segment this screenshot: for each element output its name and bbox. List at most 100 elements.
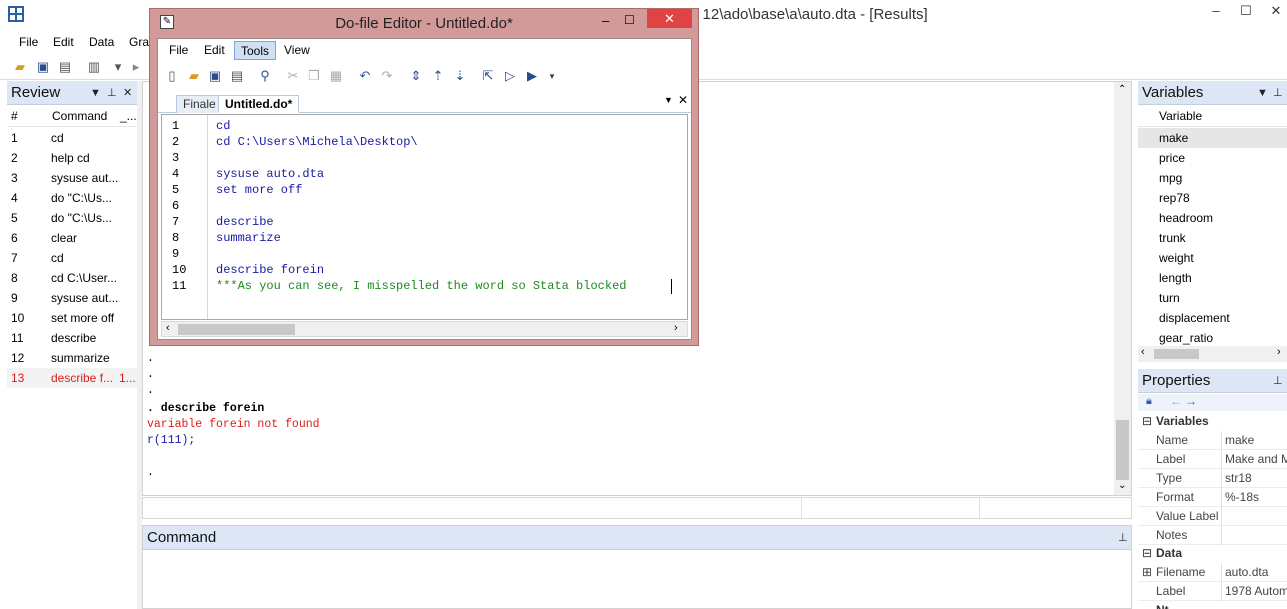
code-line[interactable]: sysuse auto.dta: [216, 167, 324, 181]
menu-data[interactable]: Data: [89, 35, 114, 49]
pin-icon[interactable]: ⊥: [1273, 369, 1283, 393]
maximize-icon[interactable]: ☐: [1238, 3, 1254, 19]
toolbar-overflow-icon[interactable]: ▾: [544, 68, 560, 84]
print-icon[interactable]: ▤: [57, 59, 73, 75]
property-row[interactable]: Notes: [1138, 526, 1287, 545]
filter-icon[interactable]: ▼: [1257, 81, 1268, 105]
variable-row[interactable]: mpg: [1138, 168, 1287, 188]
forward-arrow-icon[interactable]: →: [1185, 394, 1197, 408]
code-line[interactable]: describe: [216, 215, 274, 229]
minimize-icon[interactable]: –: [1208, 3, 1224, 19]
show-file-in-viewer-icon[interactable]: ⇱: [480, 68, 496, 84]
property-row[interactable]: Type str18: [1138, 469, 1287, 488]
save-icon[interactable]: ▣: [35, 59, 51, 75]
run-icon[interactable]: ▷: [502, 68, 518, 84]
tab-close-icon[interactable]: ✕: [678, 93, 688, 107]
property-row[interactable]: Format %-18s: [1138, 488, 1287, 507]
variable-row[interactable]: length: [1138, 268, 1287, 288]
editor-menu-file[interactable]: File: [163, 41, 194, 60]
review-row[interactable]: 13 describe f... 1...: [7, 368, 137, 388]
review-row[interactable]: 12 summarize: [7, 348, 137, 368]
variable-row[interactable]: rep78: [1138, 188, 1287, 208]
graph-icon[interactable]: ▸: [128, 59, 144, 75]
save-icon[interactable]: ▣: [207, 68, 223, 84]
tab-list-chevron-down-icon[interactable]: ▼: [664, 95, 673, 105]
menu-edit[interactable]: Edit: [53, 35, 74, 49]
tab-untitled[interactable]: Untitled.do*: [218, 95, 300, 113]
variable-row[interactable]: trunk: [1138, 228, 1287, 248]
toggle-bookmark-icon[interactable]: ⇕: [408, 68, 424, 84]
variable-row[interactable]: displacement: [1138, 308, 1287, 328]
code-line[interactable]: cd: [216, 119, 230, 133]
code-line[interactable]: describe forein: [216, 263, 324, 277]
editor-hscroll[interactable]: ‹ ›: [161, 321, 688, 337]
review-row[interactable]: 1 cd: [7, 128, 137, 148]
previous-bookmark-icon[interactable]: ⇡: [430, 68, 446, 84]
review-col-rc[interactable]: _...: [120, 106, 137, 126]
property-row[interactable]: Filename auto.dta ⊞: [1138, 563, 1287, 582]
review-row[interactable]: 5 do "C:\Us...: [7, 208, 137, 228]
editor-minimize-icon[interactable]: –: [602, 13, 609, 28]
pin-icon[interactable]: ⊥: [1118, 526, 1128, 550]
scroll-thumb[interactable]: [1154, 349, 1199, 359]
next-bookmark-icon[interactable]: ⇣: [452, 68, 468, 84]
close-icon[interactable]: ✕: [1268, 3, 1284, 19]
scroll-thumb[interactable]: [178, 324, 295, 335]
pin-icon[interactable]: ⊥: [1273, 81, 1283, 105]
redo-icon[interactable]: ↷: [379, 68, 395, 84]
pin-icon[interactable]: ⊥: [107, 81, 117, 105]
cut-icon[interactable]: ✂: [285, 68, 301, 84]
review-row[interactable]: 3 sysuse aut...: [7, 168, 137, 188]
collapse-icon[interactable]: ⊟: [1142, 544, 1152, 563]
paste-icon[interactable]: ▦: [328, 68, 344, 84]
variable-row[interactable]: headroom: [1138, 208, 1287, 228]
open-icon[interactable]: ▰: [12, 59, 28, 75]
review-row[interactable]: 10 set more off: [7, 308, 137, 328]
variable-row[interactable]: price: [1138, 148, 1287, 168]
log-icon[interactable]: ▥: [86, 59, 102, 75]
scroll-down-icon[interactable]: ⌄: [1118, 480, 1126, 491]
code-editor[interactable]: 1 cd 2 cd C:\Users\Michela\Desktop\ 3 4 sysuse…: [161, 114, 688, 320]
back-arrow-icon[interactable]: ←: [1170, 394, 1182, 408]
scroll-right-icon[interactable]: ›: [1277, 346, 1281, 358]
results-return-code-link[interactable]: r(111);: [147, 434, 195, 447]
review-row[interactable]: 7 cd: [7, 248, 137, 268]
scroll-thumb[interactable]: [1116, 420, 1129, 480]
code-line[interactable]: set more off: [216, 183, 302, 197]
code-line[interactable]: cd C:\Users\Michela\Desktop\: [216, 135, 418, 149]
command-input[interactable]: [143, 551, 1131, 608]
collapse-icon[interactable]: ⊟: [1142, 412, 1152, 431]
property-row[interactable]: Label Make and M: [1138, 450, 1287, 469]
review-col-num[interactable]: #: [11, 106, 18, 126]
variable-row[interactable]: make: [1138, 128, 1287, 148]
new-file-icon[interactable]: ▯: [164, 68, 180, 84]
review-row[interactable]: 8 cd C:\User...: [7, 268, 137, 288]
results-scrollbar[interactable]: ⌃ ⌄: [1114, 82, 1131, 495]
code-line[interactable]: summarize: [216, 231, 281, 245]
print-icon[interactable]: ▤: [229, 68, 245, 84]
execute-do-icon[interactable]: ▶: [524, 68, 540, 84]
filter-icon[interactable]: ▼: [90, 81, 101, 105]
editor-menu-edit[interactable]: Edit: [198, 41, 231, 60]
review-col-command[interactable]: Command: [52, 106, 107, 126]
variables-col-name[interactable]: Variable: [1159, 106, 1202, 126]
variables-hscroll[interactable]: ‹ ›: [1138, 346, 1287, 362]
code-comment-line[interactable]: ***As you can see, I misspelled the word…: [216, 279, 626, 293]
scroll-left-icon[interactable]: ‹: [166, 322, 170, 334]
review-row[interactable]: 11 describe: [7, 328, 137, 348]
variable-row[interactable]: gear_ratio: [1138, 328, 1287, 348]
stata-app-icon[interactable]: [8, 6, 24, 22]
find-icon[interactable]: ⚲: [257, 68, 273, 84]
editor-maximize-icon[interactable]: ☐: [624, 13, 635, 27]
editor-close-button[interactable]: ✕: [647, 9, 692, 28]
editor-menu-view[interactable]: View: [278, 41, 316, 60]
scroll-up-icon[interactable]: ⌃: [1118, 84, 1126, 95]
tab-finale[interactable]: Finale: [176, 95, 223, 113]
copy-icon[interactable]: ❐: [306, 68, 322, 84]
lock-icon[interactable]: 🔒︎: [1146, 395, 1152, 408]
review-row[interactable]: 4 do "C:\Us...: [7, 188, 137, 208]
review-row[interactable]: 9 sysuse aut...: [7, 288, 137, 308]
editor-menu-tools[interactable]: Tools: [234, 41, 277, 60]
variable-row[interactable]: weight: [1138, 248, 1287, 268]
review-row[interactable]: 6 clear: [7, 228, 137, 248]
